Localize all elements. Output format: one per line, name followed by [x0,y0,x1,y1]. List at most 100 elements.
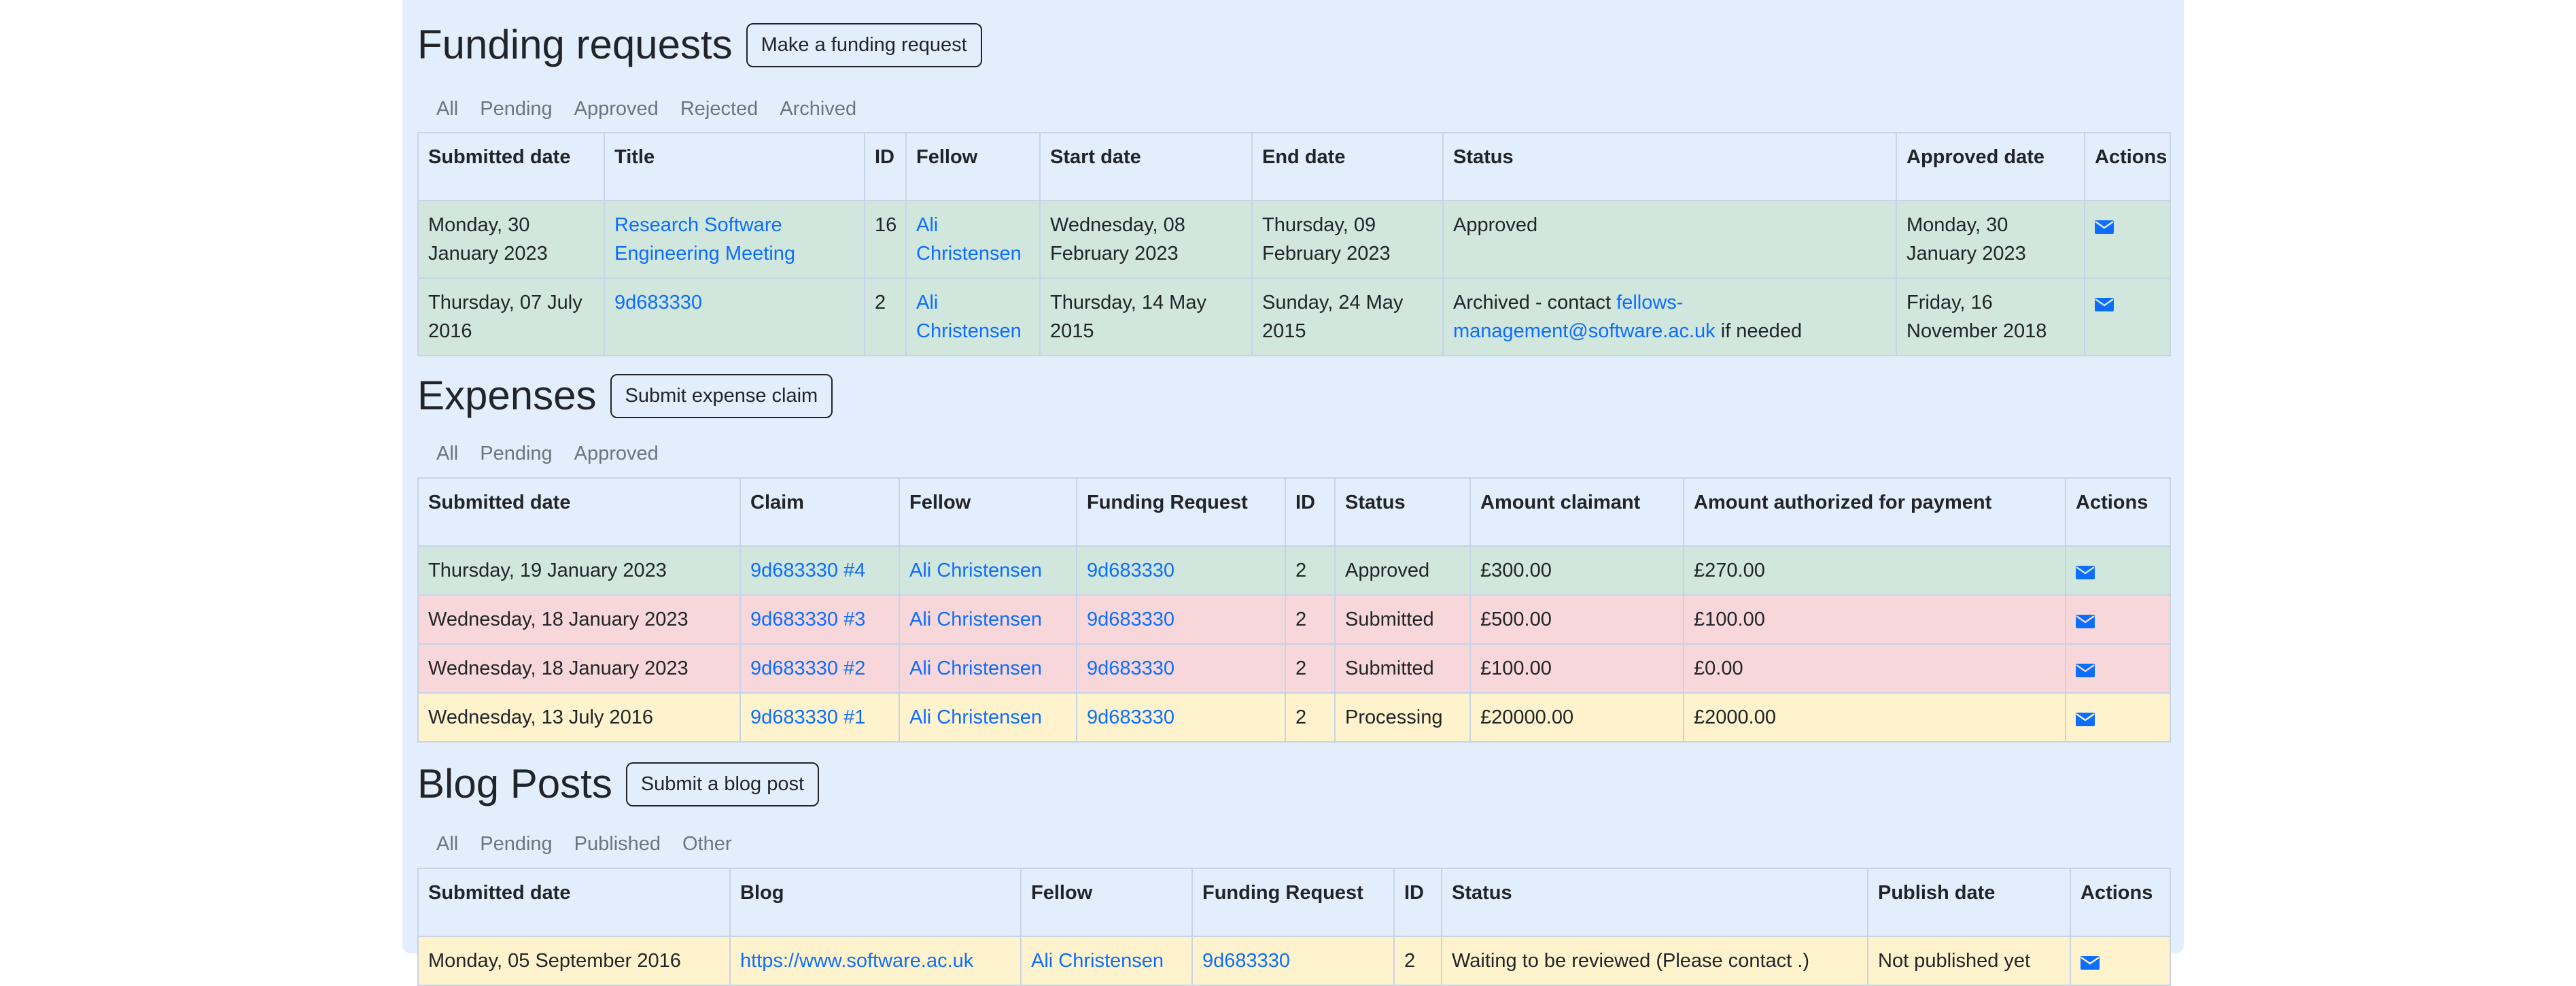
status-cell: Approved [1334,545,1471,596]
expenses-title: Expenses [417,373,597,418]
make-funding-request-button[interactable]: Make a funding request [746,22,982,67]
id-cell: 2 [1285,692,1336,743]
blog-link[interactable]: https://www.software.ac.uk [740,950,973,972]
table-row: Wednesday, 18 January 2023 9d683330 #3 A… [417,594,2171,645]
claim-link[interactable]: 9d683330 #4 [750,560,865,581]
funding-tab-pending[interactable]: Pending [469,98,563,120]
status-cell: Archived - contact fellows-management@so… [1442,277,1897,356]
end-date: Sunday, 24 May 2015 [1251,277,1444,356]
expenses-tab-pending[interactable]: Pending [469,443,563,465]
fellow-link[interactable]: Ali Christensen [916,214,1022,265]
amount-authorized: £100.00 [1683,594,2066,645]
envelope-icon[interactable] [2076,706,2095,726]
amount-claimant: £300.00 [1469,545,1684,596]
envelope-icon[interactable] [2081,949,2100,970]
submit-blog-post-button[interactable]: Submit a blog post [625,762,820,806]
column-header: Submitted date [417,868,731,937]
submitted-date: Thursday, 07 July 2016 [417,277,605,356]
table-row: Thursday, 19 January 2023 9d683330 #4 Al… [417,545,2171,596]
blog-tab-pending[interactable]: Pending [469,833,563,855]
fellow-link[interactable]: Ali Christensen [1031,950,1164,972]
envelope-icon[interactable] [2095,291,2114,311]
status-cell: Waiting to be reviewed (Please contact .… [1441,936,1868,986]
claim-link[interactable]: 9d683330 #3 [750,609,865,630]
id-cell: 2 [1285,643,1336,694]
claim-link[interactable]: 9d683330 #1 [750,707,865,728]
submit-expense-claim-button[interactable]: Submit expense claim [610,373,833,418]
amount-authorized: £0.00 [1683,643,2066,694]
funding-title-link[interactable]: Research Software Engineering Meeting [614,214,795,265]
envelope-icon[interactable] [2076,559,2095,579]
funding-request-link[interactable]: 9d683330 [1202,950,1290,972]
column-header: ID [1393,868,1442,937]
fellow-link[interactable]: Ali Christensen [909,609,1042,630]
id-cell: 2 [864,277,907,356]
funding-request-link[interactable]: 9d683330 [1087,609,1174,630]
fellow-link[interactable]: Ali Christensen [916,292,1022,342]
blog-tab-published[interactable]: Published [563,833,672,855]
id-cell: 2 [1393,936,1442,986]
fellow-link[interactable]: Ali Christensen [909,707,1042,728]
funding-request-link[interactable]: 9d683330 [1087,658,1174,679]
start-date: Wednesday, 08 February 2023 [1039,200,1253,279]
table-row: Wednesday, 13 July 2016 9d683330 #1 Ali … [417,692,2171,743]
column-header: Title [604,132,865,201]
column-header: Fellow [905,132,1041,201]
blog-tab-all[interactable]: All [417,833,469,855]
status-cell: Submitted [1334,643,1471,694]
amount-authorized: £270.00 [1683,545,2066,596]
content: Funding requests Make a funding request … [417,0,2171,986]
table-row: Thursday, 07 July 2016 9d683330 2 Ali Ch… [417,277,2171,356]
blog-header: Blog Posts Submit a blog post [417,743,2170,826]
funding-tab-rejected[interactable]: Rejected [669,98,769,120]
funding-header-row: Submitted date Title ID Fellow Start dat… [417,132,2171,201]
main-panel: Funding requests Make a funding request … [402,0,2184,986]
funding-tab-approved[interactable]: Approved [563,98,669,120]
column-header: Status [1441,868,1868,937]
status-cell: Submitted [1334,594,1471,645]
column-header: Submitted date [417,132,605,201]
column-header: Blog [729,868,1022,937]
expenses-header-row: Submitted date Claim Fellow Funding Requ… [417,477,2171,547]
expenses-table: Submitted date Claim Fellow Funding Requ… [417,477,2171,743]
fellow-link[interactable]: Ali Christensen [909,560,1042,581]
blog-table: Submitted date Blog Fellow Funding Reque… [417,868,2171,986]
envelope-icon[interactable] [2076,608,2095,628]
envelope-icon[interactable] [2076,657,2095,677]
column-header: Submitted date [417,477,741,547]
status-cell: Processing [1334,692,1471,743]
funding-title-link[interactable]: 9d683330 [614,292,702,313]
funding-request-link[interactable]: 9d683330 [1087,707,1174,728]
start-date: Thursday, 14 May 2015 [1039,277,1253,356]
table-row: Wednesday, 18 January 2023 9d683330 #2 A… [417,643,2171,694]
table-row: Monday, 30 January 2023 Research Softwar… [417,200,2171,279]
envelope-icon[interactable] [2095,214,2114,234]
blog-tab-other[interactable]: Other [672,833,743,855]
expenses-tab-all[interactable]: All [417,443,469,465]
status-text: Archived - contact [1453,292,1617,313]
column-header: Amount authorized for payment [1683,477,2066,547]
expenses-tab-approved[interactable]: Approved [563,443,669,465]
column-header: Start date [1039,132,1253,201]
end-date: Thursday, 09 February 2023 [1251,200,1444,279]
column-header: Fellow [1020,868,1193,937]
table-row: Monday, 05 September 2016 https://www.so… [417,936,2171,986]
publish-date: Not published yet [1867,936,2071,986]
funding-request-link[interactable]: 9d683330 [1087,560,1174,581]
column-header: Amount claimant [1469,477,1684,547]
amount-authorized: £2000.00 [1683,692,2066,743]
submitted-date: Wednesday, 18 January 2023 [417,643,741,694]
submitted-date: Wednesday, 13 July 2016 [417,692,741,743]
column-header: Status [1334,477,1471,547]
funding-tab-archived[interactable]: Archived [769,98,867,120]
funding-tab-all[interactable]: All [417,98,469,120]
fellow-link[interactable]: Ali Christensen [909,658,1042,679]
status-suffix: if needed [1715,320,1803,342]
submitted-date: Wednesday, 18 January 2023 [417,594,741,645]
claim-link[interactable]: 9d683330 #2 [750,658,865,679]
id-cell: 16 [864,200,907,279]
blog-tabs: All Pending Published Other [417,826,2170,862]
column-header: ID [1285,477,1336,547]
column-header: Funding Request [1191,868,1395,937]
amount-claimant: £100.00 [1469,643,1684,694]
